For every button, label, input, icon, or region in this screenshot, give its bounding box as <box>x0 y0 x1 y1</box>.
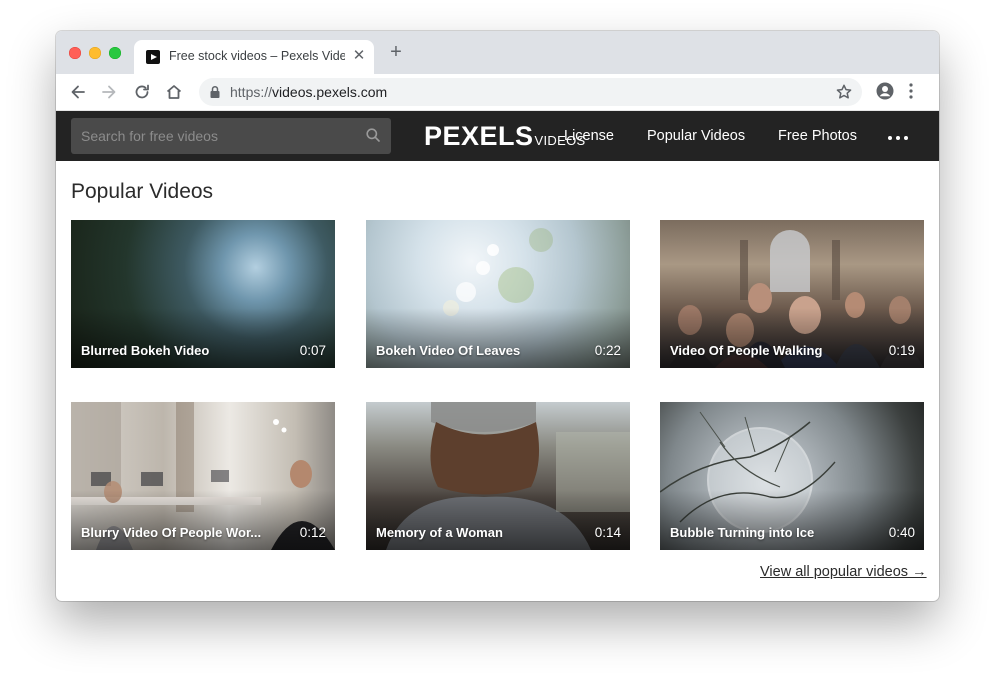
video-card[interactable]: Bokeh Video Of Leaves 0:22 <box>366 220 630 368</box>
logo-main-text: PEXELS <box>424 121 534 151</box>
video-title: Blurry Video Of People Wor... <box>81 525 262 540</box>
video-title: Blurred Bokeh Video <box>81 343 210 358</box>
video-duration: 0:40 <box>888 525 915 540</box>
search-input[interactable] <box>71 118 391 154</box>
maximize-window-button[interactable] <box>109 47 121 59</box>
nav-license-link[interactable]: License <box>564 128 614 144</box>
tab-active[interactable]: Free stock videos – Pexels Videos ✕ <box>134 40 374 74</box>
tab-title: Free stock videos – Pexels Videos <box>169 49 345 63</box>
site-header: PEXELSVIDEOS License Popular Videos Free… <box>56 111 939 161</box>
minimize-window-button[interactable] <box>89 47 101 59</box>
back-icon[interactable] <box>68 82 88 102</box>
browser-menu-icon[interactable] <box>908 82 914 100</box>
bookmark-star-icon[interactable] <box>835 83 853 101</box>
search-icon[interactable] <box>366 128 380 142</box>
video-title: Video Of People Walking <box>670 343 823 358</box>
url-scheme: https:// <box>230 84 273 100</box>
video-duration: 0:07 <box>299 343 326 358</box>
video-duration: 0:22 <box>594 343 621 358</box>
video-title: Bubble Turning into Ice <box>670 525 815 540</box>
close-window-button[interactable] <box>69 47 81 59</box>
browser-toolbar: https://videos.pexels.com <box>56 74 939 111</box>
video-card[interactable]: Video Of People Walking 0:19 <box>660 220 924 368</box>
new-tab-button[interactable]: + <box>387 42 405 62</box>
section-heading: Popular Videos <box>71 180 214 203</box>
play-icon <box>146 50 160 64</box>
view-all-popular-videos-link[interactable]: View all popular videos → <box>760 564 927 580</box>
site-logo[interactable]: PEXELSVIDEOS <box>424 121 585 152</box>
nav-popular-videos-link[interactable]: Popular Videos <box>647 128 745 144</box>
video-title: Bokeh Video Of Leaves <box>376 343 521 358</box>
browser-window: Free stock videos – Pexels Videos ✕ + ht… <box>56 31 939 601</box>
more-menu-button[interactable] <box>888 136 912 154</box>
video-title: Memory of a Woman <box>376 525 503 540</box>
url-host: videos.pexels.com <box>272 84 388 100</box>
video-duration: 0:14 <box>594 525 621 540</box>
video-duration: 0:12 <box>299 525 326 540</box>
home-icon[interactable] <box>164 82 184 102</box>
reload-icon[interactable] <box>132 82 152 102</box>
video-duration: 0:19 <box>888 343 915 358</box>
close-tab-icon[interactable]: ✕ <box>351 48 367 64</box>
address-bar[interactable]: https://videos.pexels.com <box>199 78 862 106</box>
account-icon[interactable] <box>876 82 894 100</box>
video-card[interactable]: Bubble Turning into Ice 0:40 <box>660 402 924 550</box>
video-card[interactable]: Blurry Video Of People Wor... 0:12 <box>71 402 335 550</box>
lock-icon <box>210 85 220 98</box>
video-card[interactable]: Blurred Bokeh Video 0:07 <box>71 220 335 368</box>
forward-icon[interactable] <box>99 82 119 102</box>
url-text: https://videos.pexels.com <box>230 84 387 100</box>
tab-strip: Free stock videos – Pexels Videos ✕ + <box>56 31 939 74</box>
nav-free-photos-link[interactable]: Free Photos <box>778 128 857 144</box>
video-card[interactable]: Memory of a Woman 0:14 <box>366 402 630 550</box>
